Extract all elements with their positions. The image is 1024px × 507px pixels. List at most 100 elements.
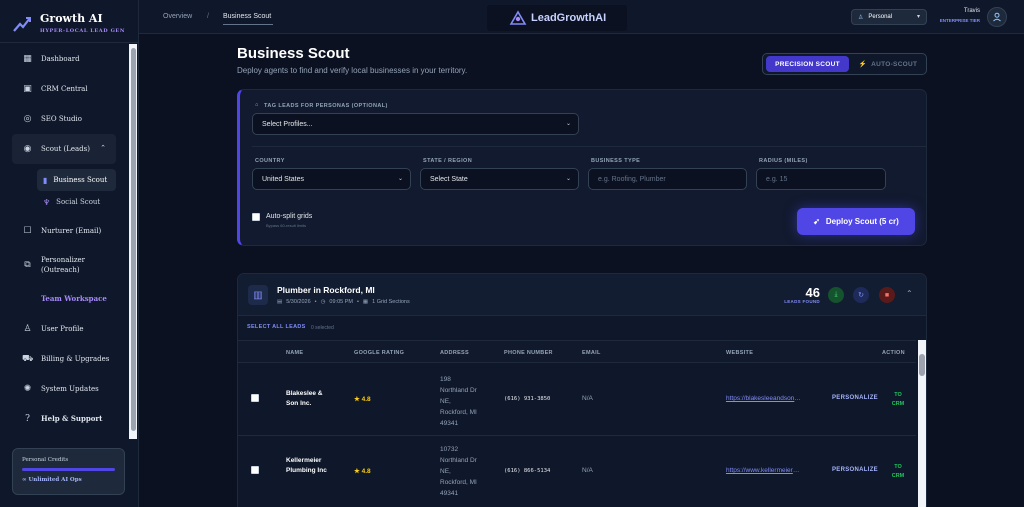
- sidebar-item-label: SEO Studio: [41, 115, 82, 123]
- sidebar-item-nurturer[interactable]: ☐ Nurturer (Email): [0, 216, 128, 246]
- logo-text: LeadGrowthAI: [531, 12, 607, 24]
- sidebar-item-scout-leads[interactable]: ◉ Scout (Leads) ⌃: [12, 134, 116, 164]
- breadcrumb-business-scout[interactable]: Business Scout: [223, 13, 271, 20]
- to-crm-button[interactable]: TO CRM: [888, 463, 908, 481]
- column-header-phone: PHONE NUMBER: [504, 350, 553, 356]
- sidebar-item-team-workspace[interactable]: Team Workspace: [0, 284, 128, 314]
- autosplit-checkbox[interactable]: [252, 213, 260, 221]
- sidebar-item-system-updates[interactable]: ✺ System Updates: [0, 374, 128, 404]
- sidebar-item-help[interactable]: ? Help & Support: [0, 404, 128, 434]
- sidebar-item-crm-central[interactable]: ▣ CRM Central: [0, 74, 128, 104]
- brand[interactable]: Growth AI HYPER-LOCAL LEAD GEN: [12, 12, 125, 34]
- growth-chart-icon: [13, 17, 31, 32]
- divider: [252, 146, 926, 147]
- topbar: Overview / Business Scout LeadGrowthAI ♙…: [139, 0, 1024, 34]
- country-select[interactable]: United States ⌄: [252, 168, 411, 190]
- results-title: Plumber in Rockford, MI: [277, 285, 375, 295]
- user-small-icon: ♙: [858, 14, 864, 21]
- to-crm-button[interactable]: TO CRM: [888, 391, 908, 409]
- country-label: COUNTRY: [255, 158, 285, 164]
- breadcrumb-active-underline: [223, 24, 273, 25]
- table-row[interactable]: Blakeslee & Son Inc. ★ 4.8 198 Northland…: [238, 364, 916, 436]
- selected-count: 0 selected: [311, 325, 334, 331]
- sidebar-subitem-label: Social Scout: [56, 198, 101, 206]
- sidebar-item-billing[interactable]: ⛟ Billing & Upgrades: [0, 344, 128, 374]
- sidebar-scrollbar-thumb[interactable]: [131, 48, 136, 431]
- sidebar-item-dashboard[interactable]: ▦ Dashboard: [0, 44, 128, 74]
- state-label: STATE / REGION: [423, 158, 473, 164]
- persona-profiles-value: Select Profiles...: [262, 120, 313, 128]
- download-button[interactable]: ⤓: [828, 287, 844, 303]
- avatar[interactable]: [987, 7, 1007, 27]
- inbox-icon: ☐: [23, 226, 32, 236]
- persona-profiles-select[interactable]: Select Profiles... ⌄: [252, 113, 579, 135]
- lead-website-link[interactable]: https://blakesleeandson.com: [726, 395, 802, 402]
- chevron-up-icon: ⌃: [100, 144, 106, 152]
- table-header: NAME GOOGLE RATING ADDRESS PHONE NUMBER …: [238, 340, 916, 363]
- business-type-input[interactable]: e.g. Roofing, Plumber: [588, 168, 747, 190]
- lead-email: N/A: [582, 467, 593, 474]
- calendar-icon: ▤: [277, 299, 283, 305]
- results-meta: ▤ 5/30/2026 • ◷ 09:05 PM • ▦ 1 Grid Sect…: [277, 299, 410, 305]
- refresh-button[interactable]: ↻: [853, 287, 869, 303]
- results-time: 09:05 PM: [329, 299, 353, 305]
- results-date: 5/30/2026: [286, 299, 311, 305]
- tag-icon: ⌂: [255, 102, 259, 108]
- row-checkbox[interactable]: [251, 394, 259, 402]
- chevron-down-icon: ⌄: [397, 176, 403, 182]
- sidebar-item-label: Personalizer (Outreach): [41, 256, 86, 274]
- leads-count: 46: [805, 285, 820, 300]
- chevron-up-icon[interactable]: ⌃: [906, 289, 913, 298]
- radar-icon: ◉: [23, 144, 32, 154]
- sidebar: Growth AI HYPER-LOCAL LEAD GEN ▦ Dashboa…: [0, 0, 139, 507]
- sidebar-item-label: Help & Support: [41, 414, 103, 423]
- persona-select[interactable]: ♙ Personal ▾: [851, 9, 927, 25]
- building-icon: ▥: [248, 285, 268, 305]
- auto-scout-button[interactable]: ⚡ AUTO-SCOUT: [853, 56, 923, 72]
- top-logo: LeadGrowthAI: [487, 5, 627, 31]
- sidebar-subitem-social-scout[interactable]: ♆ Social Scout: [0, 191, 128, 213]
- business-type-placeholder: e.g. Roofing, Plumber: [598, 175, 666, 183]
- column-header-name: NAME: [286, 350, 304, 356]
- scout-mode-toggle: PRECISION SCOUT ⚡ AUTO-SCOUT: [762, 53, 927, 75]
- sidebar-subitem-business-scout[interactable]: ▮ Business Scout: [37, 169, 116, 191]
- brand-title: Growth AI: [40, 12, 103, 25]
- deploy-scout-button[interactable]: ➹ Deploy Scout (5 cr): [797, 208, 915, 235]
- page-subtitle: Deploy agents to find and verify local b…: [237, 66, 468, 75]
- grid-icon: ▦: [362, 299, 369, 305]
- target-icon: ◎: [23, 114, 32, 124]
- table-row[interactable]: Kellermeier Plumbing Inc ★ 4.8 10732 Nor…: [238, 436, 916, 507]
- select-all-leads-button[interactable]: SELECT ALL LEADS: [247, 324, 306, 330]
- table-scrollbar-thumb[interactable]: [919, 354, 925, 376]
- radius-input[interactable]: e.g. 15: [756, 168, 886, 190]
- personalize-button[interactable]: PERSONALIZE: [832, 467, 878, 473]
- lead-website-link[interactable]: https://www.kellermeierplumbing.com: [726, 467, 802, 474]
- lead-email: N/A: [582, 395, 593, 402]
- credits-label: Personal Credits: [22, 457, 69, 463]
- breadcrumb-overview[interactable]: Overview: [163, 13, 192, 20]
- column-header-email: EMAIL: [582, 350, 601, 356]
- sidebar-item-label: Nurturer (Email): [41, 227, 102, 235]
- sidebar-item-label: Billing & Upgrades: [41, 355, 110, 363]
- results-header[interactable]: ▥ Plumber in Rockford, MI ▤ 5/30/2026 • …: [238, 274, 926, 316]
- credits-panel: Personal Credits ∞ Unlimited AI Ops: [12, 448, 125, 495]
- user-icon: ♙: [23, 324, 32, 334]
- help-icon: ?: [25, 414, 30, 424]
- sidebar-item-label: System Updates: [41, 385, 99, 393]
- personalize-button[interactable]: PERSONALIZE: [832, 395, 878, 401]
- state-value: Select State: [430, 175, 468, 183]
- state-select[interactable]: Select State ⌄: [420, 168, 579, 190]
- sidebar-item-user-profile[interactable]: ♙ User Profile: [0, 314, 128, 344]
- rocket-logo-icon: [509, 10, 527, 25]
- sidebar-item-seo-studio[interactable]: ◎ SEO Studio: [0, 104, 128, 134]
- delete-button[interactable]: ■: [879, 287, 895, 303]
- building-icon: ▮: [43, 175, 48, 185]
- sidebar-item-label: CRM Central: [41, 85, 88, 93]
- breadcrumb-separator: /: [207, 13, 209, 20]
- row-checkbox[interactable]: [251, 466, 259, 474]
- star-icon: ★: [354, 396, 362, 403]
- refresh-icon: ↻: [858, 292, 864, 299]
- sidebar-item-personalizer[interactable]: ⧉ Personalizer (Outreach): [0, 246, 128, 284]
- lead-phone: (616) 931-3850: [504, 396, 551, 402]
- precision-scout-button[interactable]: PRECISION SCOUT: [766, 56, 849, 72]
